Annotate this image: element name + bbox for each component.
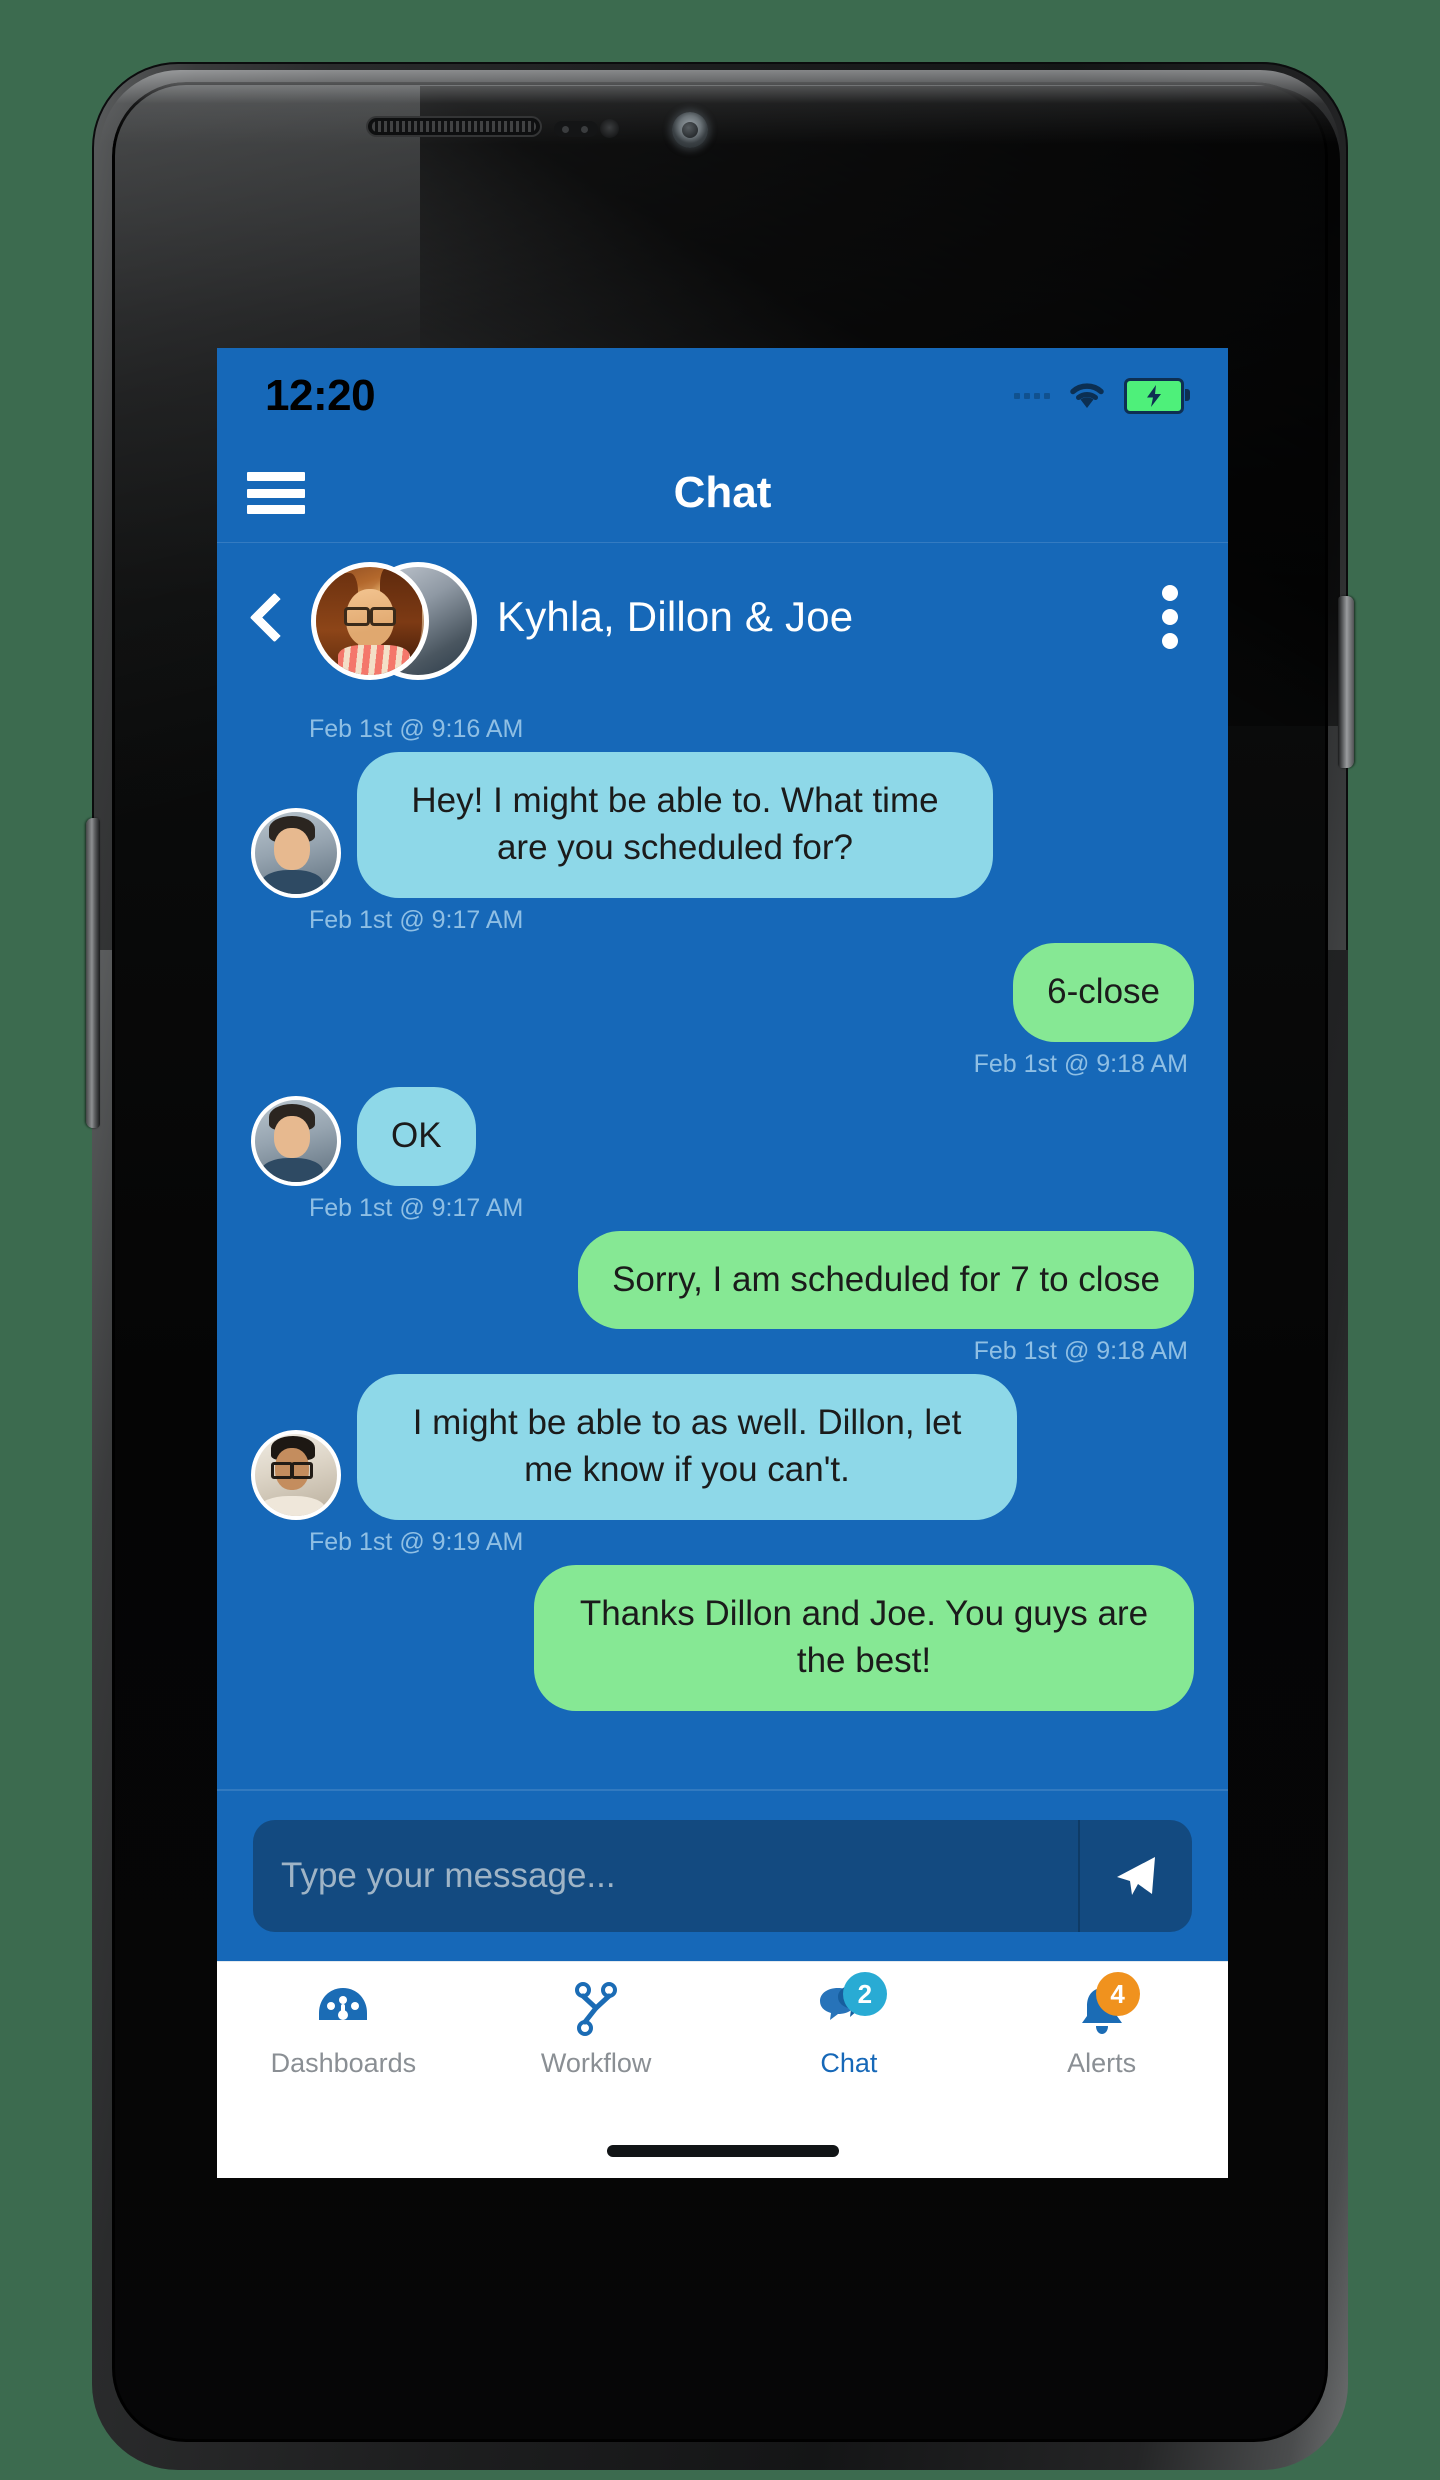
message-row: Sorry, I am scheduled for 7 to close bbox=[251, 1230, 1194, 1330]
bottom-nav-items: Dashboards Workflow 2 Chat 4 Alerts bbox=[217, 1962, 1228, 2124]
volume-button[interactable] bbox=[86, 818, 100, 1128]
status-time: 12:20 bbox=[265, 371, 376, 420]
status-bar: 12:20 bbox=[217, 348, 1228, 444]
phone-screen: 12:20 Chat Kyhla, Dillon & Joe Feb 1st @… bbox=[217, 348, 1228, 2178]
gauge-icon bbox=[303, 1980, 383, 2038]
message-bubble[interactable]: Thanks Dillon and Joe. You guys are the … bbox=[534, 1565, 1194, 1712]
message-bubble[interactable]: Sorry, I am scheduled for 7 to close bbox=[578, 1230, 1194, 1330]
nav-item-alerts[interactable]: 4 Alerts bbox=[975, 1972, 1228, 2079]
message-bubble[interactable]: I might be able to as well. Dillon, let … bbox=[357, 1374, 1017, 1521]
sender-avatar[interactable] bbox=[251, 1095, 341, 1186]
composer-box bbox=[253, 1820, 1192, 1932]
alerts-badge: 4 bbox=[1095, 1972, 1140, 2016]
message-composer bbox=[217, 1791, 1228, 1961]
back-chevron-icon[interactable] bbox=[243, 587, 289, 647]
kebab-menu-icon[interactable] bbox=[1162, 585, 1178, 649]
app-bar: Chat bbox=[217, 444, 1228, 543]
workflow-branch-icon bbox=[556, 1980, 636, 2038]
message-timestamp: Feb 1st @ 9:16 AM bbox=[309, 715, 524, 743]
message-list[interactable]: Feb 1st @ 9:16 AM Hey! I might be able t… bbox=[217, 691, 1228, 1791]
conversation-title: Kyhla, Dillon & Joe bbox=[497, 593, 854, 640]
chat-badge: 2 bbox=[842, 1972, 887, 2016]
status-indicators bbox=[1014, 378, 1190, 415]
front-camera-icon bbox=[672, 112, 708, 148]
bell-icon: 4 bbox=[1062, 1972, 1142, 2038]
page-title: Chat bbox=[673, 468, 772, 517]
nav-label: Chat bbox=[820, 2048, 878, 2078]
screenshot-stage: 12:20 Chat Kyhla, Dillon & Joe Feb 1st @… bbox=[0, 0, 1440, 2480]
sender-avatar[interactable] bbox=[251, 1430, 341, 1521]
message-row: 6-close bbox=[251, 942, 1194, 1042]
message-timestamp: Feb 1st @ 9:17 AM bbox=[309, 905, 524, 934]
bottom-navigation: Dashboards Workflow 2 Chat 4 Alerts bbox=[217, 1961, 1228, 2178]
wifi-icon bbox=[1066, 378, 1108, 415]
conversation-header: Kyhla, Dillon & Joe bbox=[217, 543, 1228, 691]
group-avatar[interactable] bbox=[307, 558, 477, 680]
signal-dots-icon bbox=[1014, 393, 1050, 399]
nav-item-chat[interactable]: 2 Chat bbox=[723, 1972, 976, 2079]
proximity-sensor-icon bbox=[554, 121, 598, 137]
earpiece-speaker-grille bbox=[368, 118, 540, 135]
nav-item-workflow[interactable]: Workflow bbox=[470, 1980, 723, 2079]
send-paper-plane-icon[interactable] bbox=[1078, 1820, 1192, 1932]
message-timestamp: Feb 1st @ 9:17 AM bbox=[309, 1193, 524, 1222]
nav-item-dashboards[interactable]: Dashboards bbox=[217, 1980, 470, 2079]
ambient-light-sensor-icon bbox=[600, 119, 619, 138]
message-timestamp: Feb 1st @ 9:19 AM bbox=[309, 1528, 524, 1557]
message-timestamp: Feb 1st @ 9:18 AM bbox=[973, 1049, 1188, 1078]
message-row: Thanks Dillon and Joe. You guys are the … bbox=[251, 1565, 1194, 1712]
message-row: I might be able to as well. Dillon, let … bbox=[251, 1374, 1194, 1521]
home-indicator[interactable] bbox=[217, 2124, 1228, 2178]
message-timestamp: Feb 1st @ 9:18 AM bbox=[973, 1337, 1188, 1366]
message-input[interactable] bbox=[253, 1856, 1078, 1896]
message-bubble[interactable]: 6-close bbox=[1013, 942, 1194, 1042]
nav-label: Dashboards bbox=[270, 2048, 417, 2078]
message-row: Hey! I might be able to. What time are y… bbox=[251, 752, 1194, 898]
message-row: OK bbox=[251, 1086, 1194, 1186]
message-bubble[interactable]: Hey! I might be able to. What time are y… bbox=[357, 752, 993, 898]
chat-bubbles-icon: 2 bbox=[809, 1972, 889, 2038]
nav-label: Alerts bbox=[1067, 2048, 1137, 2078]
avatar-primary bbox=[311, 562, 429, 680]
hamburger-menu-icon[interactable] bbox=[247, 472, 305, 514]
message-bubble[interactable]: OK bbox=[357, 1086, 476, 1186]
power-button[interactable] bbox=[1338, 596, 1354, 768]
sender-avatar[interactable] bbox=[251, 807, 341, 898]
battery-charging-icon bbox=[1124, 378, 1190, 414]
nav-label: Workflow bbox=[540, 2048, 652, 2078]
